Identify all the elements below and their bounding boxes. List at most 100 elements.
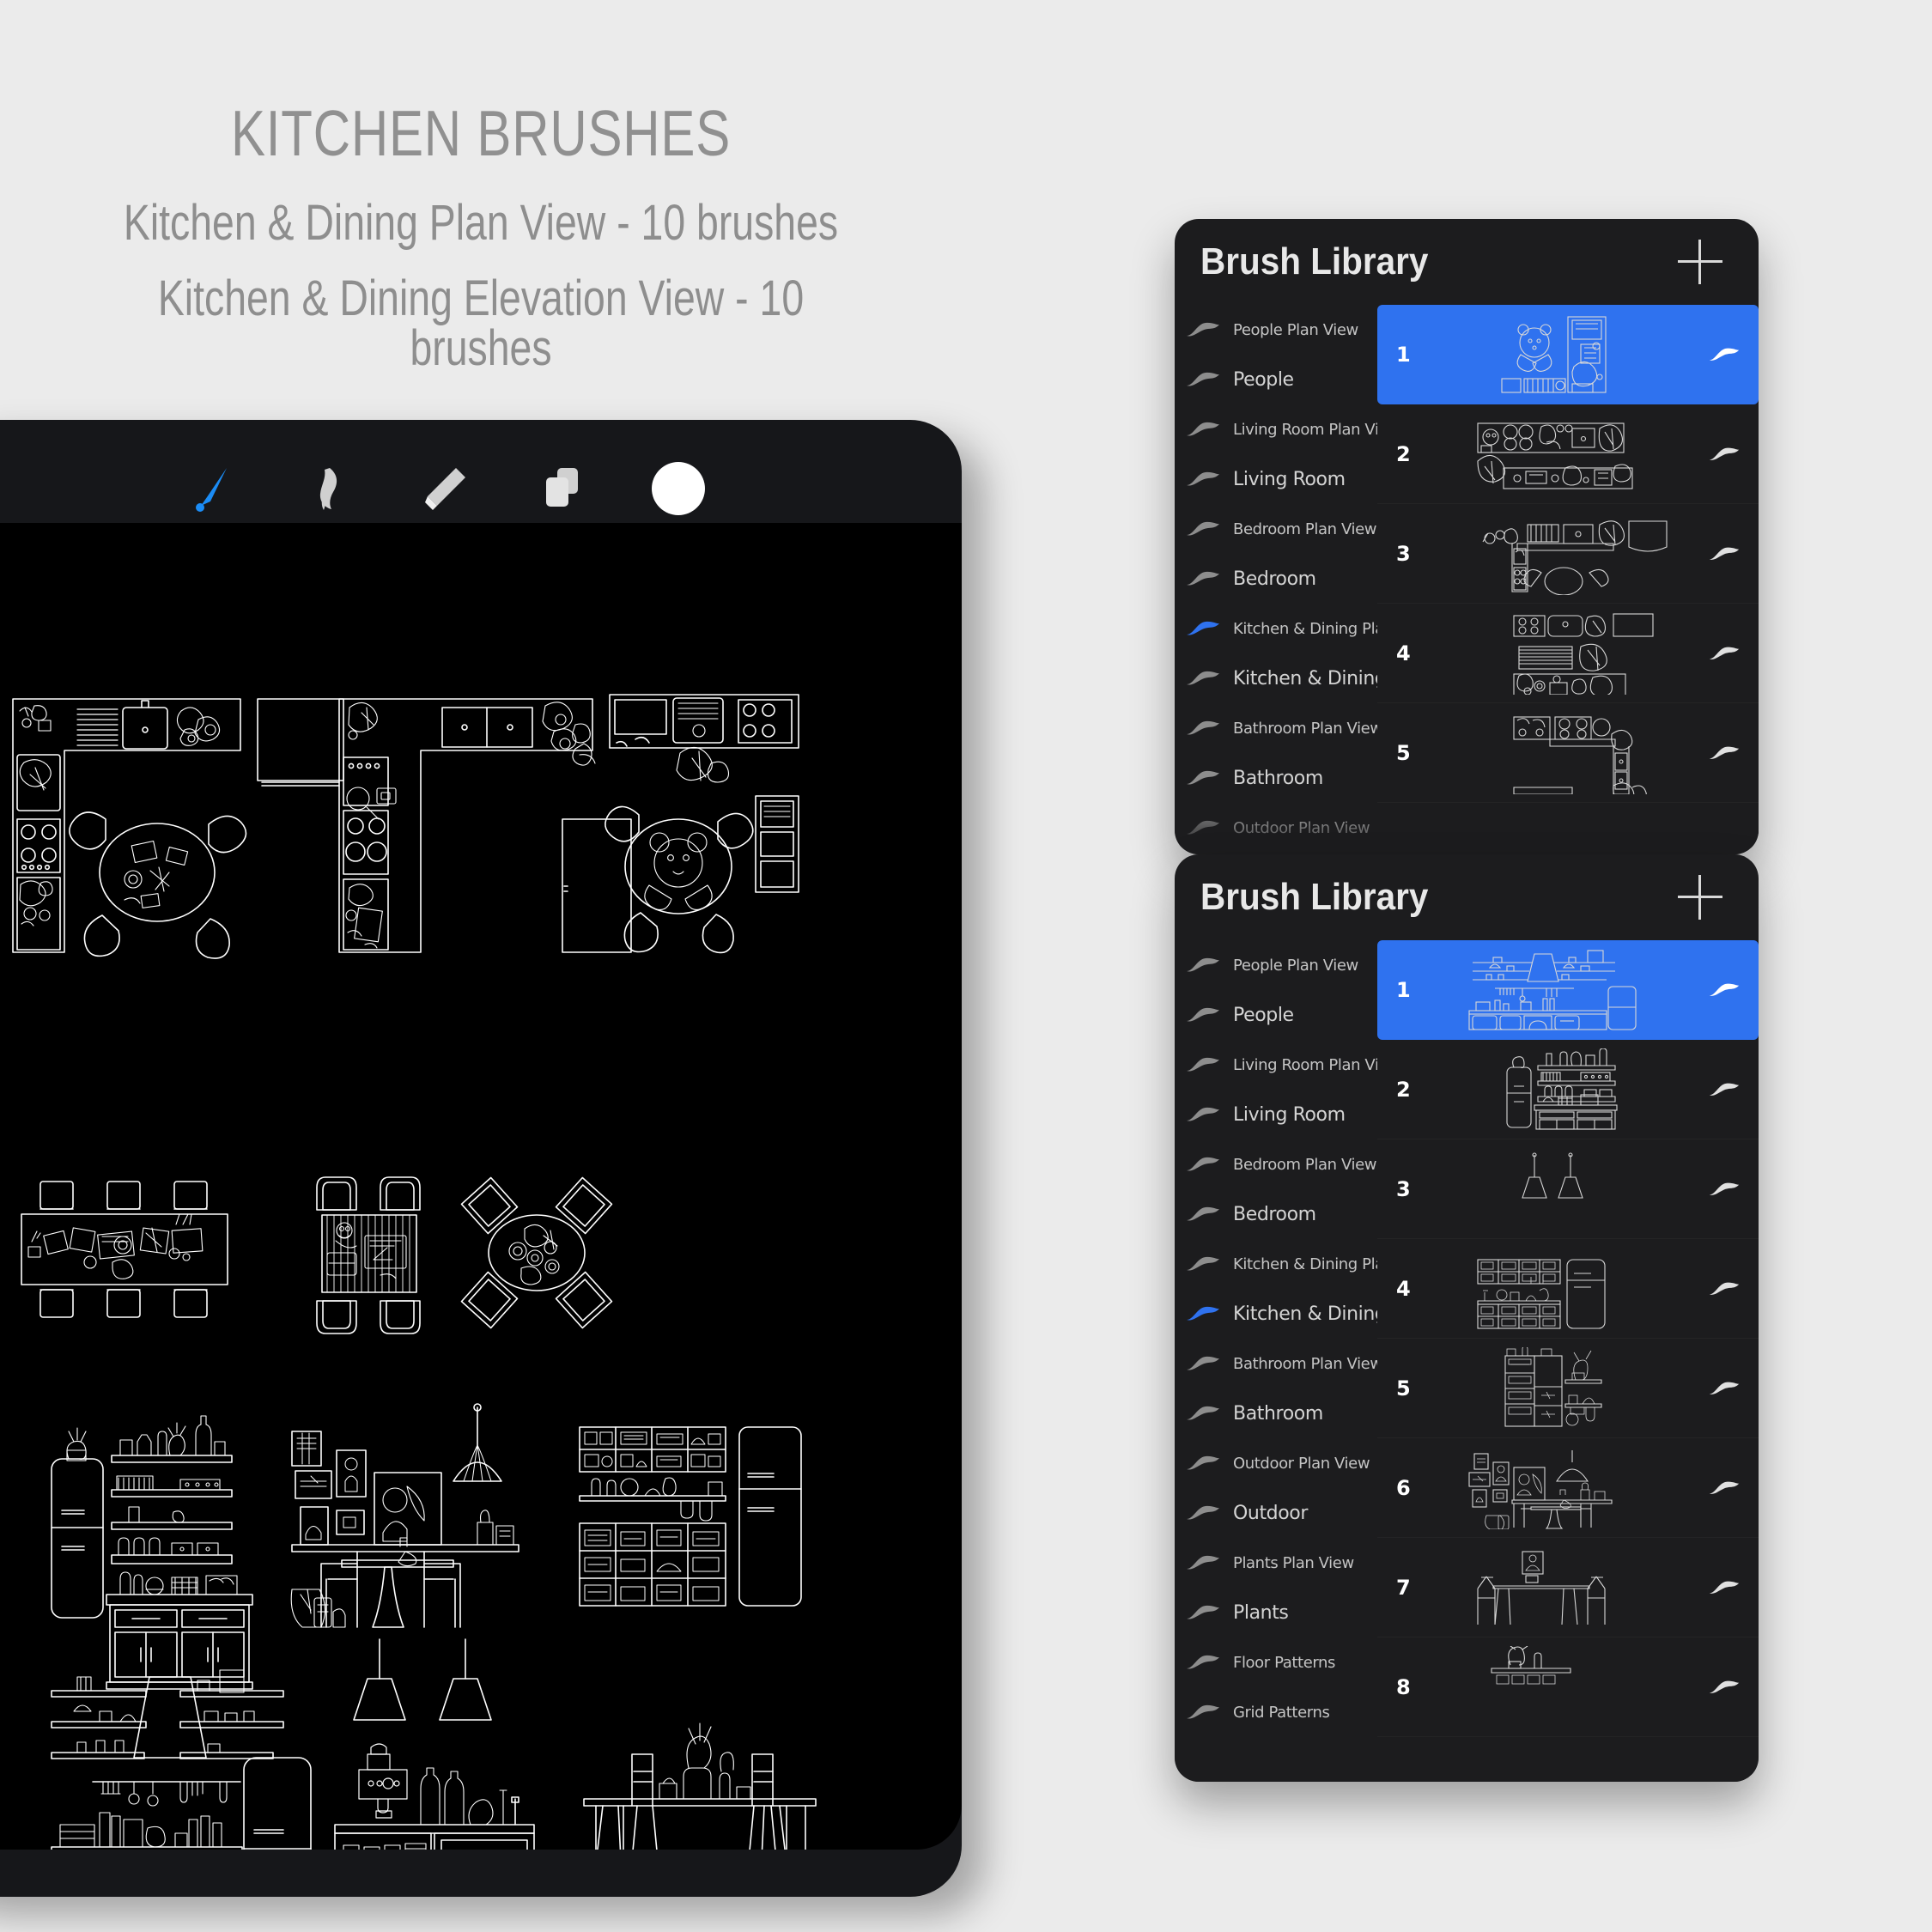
brush-swoosh-icon <box>1187 720 1219 735</box>
brush-swoosh-icon <box>1187 1704 1219 1719</box>
brush-swoosh-icon <box>1709 1680 1740 1693</box>
promo-subtitle-elevation: Kitchen & Dining Elevation View - 10 bru… <box>157 270 805 376</box>
brush-library-panel-elevation[interactable]: Brush Library People Plan View People Li… <box>1175 854 1759 1782</box>
brush-row[interactable]: 2 <box>1377 1040 1759 1139</box>
panel-header: Brush Library <box>1175 854 1759 940</box>
smudge-tool-icon[interactable] <box>297 458 359 519</box>
sidebar-item-bedroom[interactable]: Bedroom <box>1175 1189 1377 1239</box>
brush-swoosh-icon <box>1187 1107 1219 1121</box>
sidebar-item-kitchen-dining[interactable]: Kitchen & Dining <box>1175 653 1387 703</box>
brush-swoosh-icon <box>1187 1356 1219 1370</box>
brush-row[interactable]: 4 <box>1377 1239 1759 1339</box>
brush-library-panel-plan[interactable]: Brush Library People Plan View People Li… <box>1175 219 1759 854</box>
sidebar-item-bathroom-plan-view[interactable]: Bathroom Plan View <box>1175 1339 1382 1388</box>
panel-title: Brush Library <box>1200 240 1429 283</box>
sidebar-item-floor-patterns[interactable]: Floor Patterns <box>1175 1637 1377 1687</box>
brush-tool-icon[interactable] <box>180 458 242 519</box>
promo-title: KITCHEN BRUSHES <box>230 97 732 169</box>
add-brush-icon[interactable] <box>1678 875 1722 920</box>
brush-swoosh-icon <box>1709 647 1740 659</box>
brush-row[interactable]: 2 <box>1377 404 1759 504</box>
sidebar-item-label: Kitchen & Dining <box>1233 1303 1387 1325</box>
brush-row[interactable]: 6 <box>1377 1438 1759 1538</box>
sidebar-item-bathroom[interactable]: Bathroom <box>1175 1388 1377 1438</box>
brush-swoosh-icon <box>1709 983 1740 996</box>
color-tool-icon[interactable] <box>647 458 709 519</box>
brush-swoosh-icon <box>1709 1382 1740 1394</box>
brush-row[interactable]: 8 <box>1377 1637 1759 1737</box>
sidebar-item-people-plan-view[interactable]: People Plan View <box>1175 940 1377 990</box>
sidebar-item-label: People Plan View <box>1233 956 1358 975</box>
brush-swoosh-icon <box>1709 1481 1740 1494</box>
panel-header: Brush Library <box>1175 219 1759 305</box>
sidebar-item-bedroom-plan-view[interactable]: Bedroom Plan View <box>1175 1139 1377 1189</box>
panel-body: People Plan View People Living Room Plan… <box>1175 305 1759 853</box>
sidebar-item-kitchen-dining-plan-view[interactable]: Kitchen & Dining Pla... <box>1175 604 1398 653</box>
sidebar-item-bedroom-plan-view[interactable]: Bedroom Plan View <box>1175 504 1377 554</box>
brush-swoosh-icon <box>1187 957 1219 972</box>
sidebar-item-people[interactable]: People <box>1175 355 1377 404</box>
brush-swoosh-icon <box>1709 746 1740 759</box>
brush-swoosh-icon <box>1709 1282 1740 1295</box>
add-brush-icon[interactable] <box>1678 240 1722 284</box>
sidebar-item-outdoor[interactable]: Outdoor <box>1175 1488 1377 1538</box>
sidebar-item-label: Bathroom Plan View <box>1233 1354 1382 1373</box>
brush-row[interactable]: 5 <box>1377 703 1759 803</box>
brush-swoosh-icon <box>1187 1206 1219 1221</box>
brush-set-sidebar[interactable]: People Plan View People Living Room Plan… <box>1175 305 1400 853</box>
sidebar-item-label: Kitchen & Dining Pla... <box>1233 1255 1398 1273</box>
sidebar-item-living-room[interactable]: Living Room <box>1175 454 1377 504</box>
sidebar-item-people-plan-view[interactable]: People Plan View <box>1175 305 1377 355</box>
brush-thumbnail-elev-shelves-fridge <box>1377 1239 1759 1338</box>
sidebar-item-label: Bathroom Plan View <box>1233 719 1382 738</box>
current-color-swatch[interactable] <box>652 462 705 515</box>
sidebar-item-label: Living Room Plan View <box>1233 1055 1400 1074</box>
brush-number: 1 <box>1396 977 1411 1002</box>
brush-number: 3 <box>1396 541 1411 566</box>
sidebar-item-label: Bedroom <box>1233 1203 1316 1225</box>
brush-number: 2 <box>1396 1077 1411 1102</box>
layers-tool-icon[interactable] <box>531 458 592 519</box>
brush-row[interactable]: 1 <box>1377 940 1759 1040</box>
sidebar-item-outdoor-plan-view[interactable]: Outdoor Plan View <box>1175 1438 1377 1488</box>
brush-thumbnail-plan-kitchen-island <box>1377 305 1759 404</box>
brush-row[interactable]: 4 <box>1377 604 1759 703</box>
brush-swoosh-icon <box>1187 571 1219 586</box>
sidebar-item-outdoor-plan-view[interactable]: Outdoor Plan View <box>1175 803 1377 853</box>
sidebar-item-label: Outdoor Plan View <box>1233 818 1370 837</box>
sidebar-item-plants-plan-view[interactable]: Plants Plan View <box>1175 1538 1377 1588</box>
eraser-tool-icon[interactable] <box>414 458 476 519</box>
sidebar-item-kitchen-dining[interactable]: Kitchen & Dining <box>1175 1289 1387 1339</box>
promo-text-block: KITCHEN BRUSHES Kitchen & Dining Plan Vi… <box>0 101 962 374</box>
sidebar-item-label: Outdoor Plan View <box>1233 1454 1370 1473</box>
brush-grid[interactable]: 1 <box>1377 940 1759 1737</box>
brush-number: 3 <box>1396 1176 1411 1201</box>
procreate-toolbar <box>0 439 962 515</box>
brush-row[interactable]: 3 <box>1377 1139 1759 1239</box>
brush-swoosh-icon <box>1187 770 1219 785</box>
brush-number: 2 <box>1396 441 1411 466</box>
sidebar-item-label: People <box>1233 1004 1294 1026</box>
sidebar-item-bathroom-plan-view[interactable]: Bathroom Plan View <box>1175 703 1382 753</box>
brush-thumbnail-plan-u-kitchen <box>1377 703 1759 802</box>
brush-row[interactable]: 1 <box>1377 305 1759 404</box>
brush-row[interactable]: 7 <box>1377 1538 1759 1637</box>
sidebar-item-grid-patterns[interactable]: Grid Patterns <box>1175 1687 1377 1737</box>
brush-row[interactable]: 3 <box>1377 504 1759 604</box>
sidebar-item-living-room-plan-view[interactable]: Living Room Plan View <box>1175 404 1400 454</box>
brush-number: 8 <box>1396 1674 1411 1699</box>
sidebar-item-living-room-plan-view[interactable]: Living Room Plan View <box>1175 1040 1400 1090</box>
sidebar-item-bathroom[interactable]: Bathroom <box>1175 753 1377 803</box>
sidebar-item-label: Living Room <box>1233 468 1346 490</box>
brush-swoosh-icon <box>1187 1057 1219 1072</box>
sidebar-item-bedroom[interactable]: Bedroom <box>1175 554 1377 604</box>
brush-row[interactable]: 5 <box>1377 1339 1759 1438</box>
panel-title: Brush Library <box>1200 876 1429 918</box>
sidebar-item-people[interactable]: People <box>1175 990 1377 1040</box>
brush-grid[interactable]: 1 <box>1377 305 1759 853</box>
sidebar-item-kitchen-dining-plan-view[interactable]: Kitchen & Dining Pla... <box>1175 1239 1398 1289</box>
sidebar-item-living-room[interactable]: Living Room <box>1175 1090 1377 1139</box>
brush-set-sidebar[interactable]: People Plan View People Living Room Plan… <box>1175 940 1400 1737</box>
sidebar-item-plants[interactable]: Plants <box>1175 1588 1377 1637</box>
brush-swoosh-icon <box>1187 471 1219 486</box>
